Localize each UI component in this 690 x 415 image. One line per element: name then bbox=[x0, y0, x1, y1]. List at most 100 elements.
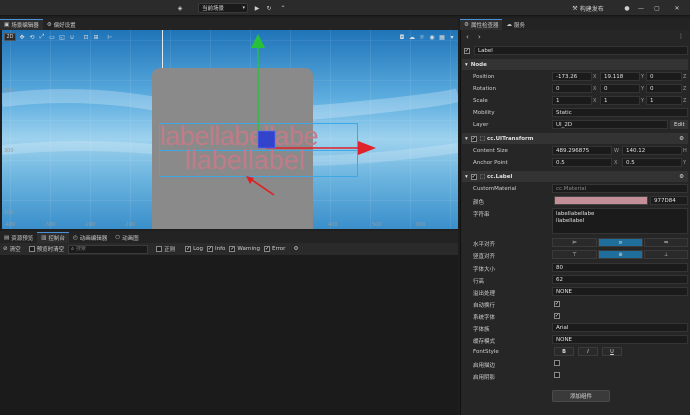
tab-label: 属性检查器 bbox=[470, 23, 499, 29]
layer-select[interactable]: UI_2D bbox=[552, 120, 668, 129]
overflow-select[interactable]: NONE bbox=[552, 287, 688, 296]
scene-viewport[interactable]: 2D ✥ ⟲ ⤢ ▭ ◱ ∪ ⊡ ⊞ ⊢ ◘ ☁ ☼ ◉ ▦ ▾ labella… bbox=[2, 30, 458, 229]
ruler-bottom-0: -400 bbox=[4, 222, 16, 228]
tab-animation-graph[interactable]: ⎔ 动画图 bbox=[111, 232, 142, 243]
add-component-button[interactable]: 添加组件 bbox=[552, 390, 610, 402]
cache-mode-select[interactable]: NONE bbox=[552, 335, 688, 344]
system-font-checkbox[interactable]: ✓ bbox=[554, 312, 560, 319]
scene-select-value: 当前场景 bbox=[202, 6, 225, 12]
h-align-center-icon[interactable]: ≡ bbox=[598, 238, 643, 247]
inspector-menu-icon[interactable]: ⋮ bbox=[678, 33, 684, 40]
color-swatch[interactable] bbox=[554, 196, 648, 205]
transform-gizmo[interactable] bbox=[2, 30, 458, 229]
label-enabled-checkbox[interactable]: ✓ bbox=[470, 173, 477, 180]
tab-animation-editor[interactable]: ◴ 动画编辑器 bbox=[69, 232, 111, 243]
component-menu-icon[interactable]: ⚙ bbox=[679, 174, 684, 180]
rotation-x-input[interactable]: 0 bbox=[552, 84, 592, 93]
tab-scene-editor[interactable]: ▣ 场景编辑器 bbox=[0, 19, 43, 30]
content-height-input[interactable]: 140.12 bbox=[622, 146, 682, 155]
warning-checkbox[interactable]: ✓ bbox=[229, 246, 236, 252]
tab-inspector[interactable]: ⚙ 属性检查器 bbox=[460, 19, 503, 30]
node-name-input[interactable]: Label bbox=[474, 46, 688, 55]
clear-button[interactable]: ⊘ 清空 bbox=[3, 245, 21, 253]
position-z-input[interactable]: 0 bbox=[646, 72, 682, 81]
tab-services[interactable]: ☁ 服务 bbox=[502, 19, 529, 30]
italic-button[interactable]: I bbox=[578, 347, 598, 356]
log-checkbox[interactable]: ✓ bbox=[185, 246, 192, 252]
position-y-input[interactable]: 19.118 bbox=[600, 72, 640, 81]
tab-preferences[interactable]: ⚙ 偏好设置 bbox=[43, 19, 80, 30]
anchor-y-input[interactable]: 0.5 bbox=[622, 158, 682, 167]
line-height-input[interactable]: 62 bbox=[552, 275, 688, 284]
layer-icon[interactable]: ◈ bbox=[174, 3, 186, 13]
error-toggle[interactable]: ✓ Error bbox=[264, 246, 285, 252]
tab-asset-preview[interactable]: ▤ 资源预览 bbox=[0, 232, 37, 243]
cloud-icon: ☁ bbox=[506, 21, 512, 28]
uitransform-section-header[interactable]: ▾ ✓ ⬚ cc.UITransform ⚙ bbox=[462, 133, 688, 144]
position-x-input[interactable]: -173.26 bbox=[552, 72, 592, 81]
node-active-checkbox[interactable]: ✓ bbox=[464, 47, 470, 54]
preview-clear-checkbox[interactable] bbox=[28, 246, 35, 252]
error-checkbox[interactable]: ✓ bbox=[264, 246, 271, 252]
log-toggle[interactable]: ✓ Log bbox=[185, 246, 203, 252]
regex-label: 正则 bbox=[164, 247, 176, 253]
search-input[interactable] bbox=[75, 246, 136, 252]
nav-back-icon[interactable]: ‹ bbox=[466, 33, 469, 41]
scale-z-input[interactable]: 1 bbox=[646, 96, 682, 105]
component-menu-icon[interactable]: ⚙ bbox=[679, 136, 684, 142]
custom-material-field[interactable]: cc.Material bbox=[552, 184, 688, 193]
scale-y-input[interactable]: 1 bbox=[600, 96, 640, 105]
h-align-left-icon[interactable]: ⊨ bbox=[552, 238, 597, 247]
nav-forward-icon[interactable]: › bbox=[478, 33, 481, 41]
axis-z-label: Z bbox=[683, 98, 687, 104]
outline-label: 启用描边 bbox=[473, 363, 496, 369]
label-section-header[interactable]: ▾ ✓ ⬚ cc.Label ⚙ bbox=[462, 171, 688, 182]
string-textarea[interactable]: labellabellabe llabellabel bbox=[552, 208, 688, 234]
underline-button[interactable]: U bbox=[602, 347, 622, 356]
close-button[interactable]: ✕ bbox=[672, 3, 682, 13]
maximize-button[interactable]: ▢ bbox=[652, 3, 662, 13]
outline-checkbox[interactable] bbox=[554, 360, 560, 368]
anchor-x-input[interactable]: 0.5 bbox=[552, 158, 612, 167]
v-align-top-icon[interactable]: ⊤ bbox=[552, 250, 597, 259]
axis-x-label: X bbox=[593, 86, 597, 92]
color-hex-input[interactable]: 977D84 bbox=[650, 196, 688, 205]
v-align-bottom-icon[interactable]: ⊥ bbox=[644, 250, 688, 259]
user-icon[interactable]: ● bbox=[622, 3, 632, 13]
play-icon[interactable]: ▶ bbox=[252, 3, 262, 13]
node-section-title: Node bbox=[470, 61, 487, 68]
component-icon: ⬚ bbox=[479, 173, 485, 180]
rotation-y-input[interactable]: 0 bbox=[600, 84, 640, 93]
refresh-icon[interactable]: ↻ bbox=[264, 3, 274, 13]
shadow-checkbox[interactable] bbox=[554, 372, 560, 380]
node-section-header[interactable]: ▾ Node bbox=[462, 59, 688, 70]
content-width-input[interactable]: 489.296875 bbox=[552, 146, 612, 155]
info-toggle[interactable]: ✓ Info bbox=[206, 246, 225, 252]
console-settings-icon[interactable]: ⚙ bbox=[293, 246, 298, 252]
regex-checkbox[interactable] bbox=[156, 246, 163, 252]
search-box[interactable]: ⌕ bbox=[68, 244, 149, 254]
layer-edit-button[interactable]: Edit bbox=[670, 120, 688, 129]
regex-toggle[interactable]: 正则 bbox=[156, 245, 175, 253]
uitransform-enabled-checkbox[interactable]: ✓ bbox=[470, 135, 477, 142]
minimize-button[interactable]: — bbox=[636, 3, 646, 13]
preview-clear-toggle[interactable]: 预览时清空 bbox=[28, 245, 64, 253]
scale-x-input[interactable]: 1 bbox=[552, 96, 592, 105]
v-align-center-icon[interactable]: ⊕ bbox=[598, 250, 643, 259]
font-family-input[interactable]: Arial bbox=[552, 323, 688, 332]
warning-toggle[interactable]: ✓ Warning bbox=[229, 246, 260, 252]
h-align-right-icon[interactable]: ⫤ bbox=[644, 238, 688, 247]
mobility-select[interactable]: Static bbox=[552, 108, 688, 117]
rotation-z-input[interactable]: 0 bbox=[646, 84, 682, 93]
font-size-input[interactable]: 80 bbox=[552, 263, 688, 272]
bold-button[interactable]: B bbox=[554, 347, 574, 356]
wrap-checkbox[interactable]: ✓ bbox=[554, 300, 560, 307]
expand-icon[interactable]: ⌃ bbox=[278, 3, 288, 13]
tab-console[interactable]: ▥ 控制台 bbox=[37, 232, 69, 243]
build-button[interactable]: ⚒ 构建发布 bbox=[568, 3, 608, 13]
info-checkbox[interactable]: ✓ bbox=[206, 246, 213, 252]
scene-select[interactable]: 当前场景 ▾ bbox=[198, 3, 248, 13]
clear-icon: ⊘ bbox=[3, 246, 8, 252]
warning-label: Warning bbox=[237, 246, 261, 252]
string-label: 字符串 bbox=[473, 212, 490, 218]
